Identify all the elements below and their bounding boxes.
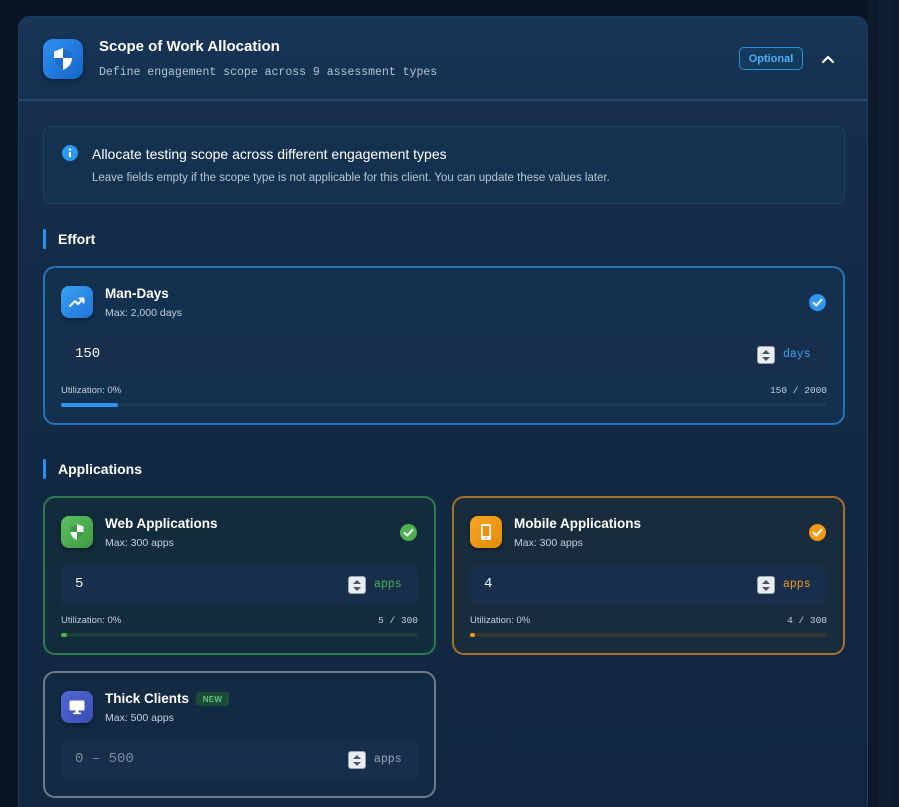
utilization-label: Utilization: 0% (61, 385, 122, 396)
input-value: 5 (75, 576, 84, 592)
unit-label: apps (374, 578, 402, 591)
card-web-applications[interactable]: Web Applications Max: 300 apps 5 apps Ut… (43, 496, 436, 655)
trending-up-icon (61, 286, 93, 318)
new-badge: NEW (196, 692, 229, 706)
card-title: Man-Days (105, 286, 169, 301)
check-circle-icon (809, 294, 826, 311)
utilization-label: Utilization: 0% (470, 615, 531, 626)
chevron-up-icon (821, 55, 835, 64)
utilization-fill (470, 633, 475, 637)
input-value: 4 (484, 576, 493, 592)
card-mobile-applications[interactable]: Mobile Applications Max: 300 apps 4 apps… (452, 496, 845, 655)
card-max: Max: 2,000 days (105, 307, 183, 319)
card-max: Max: 300 apps (105, 537, 174, 549)
panel-header[interactable]: Scope of Work Allocation Define engageme… (19, 17, 867, 101)
utilization-count: 150 / 2000 (769, 385, 827, 396)
input-value: 150 (75, 346, 101, 362)
quantity-stepper[interactable] (757, 576, 775, 594)
info-icon (62, 145, 78, 161)
utilization-fill (61, 633, 68, 637)
card-title: Web Applications (105, 516, 218, 531)
optional-badge: Optional (739, 47, 803, 70)
utilization-bar (470, 633, 827, 637)
man-days-input[interactable]: 150 days (61, 335, 827, 375)
panel-subtitle: Define engagement scope across 9 assessm… (99, 66, 438, 79)
background-right-strip (868, 0, 899, 807)
card-title: Mobile Applications (514, 516, 642, 531)
quantity-stepper[interactable] (348, 751, 366, 769)
smartphone-icon (470, 516, 502, 548)
panel-title: Scope of Work Allocation (99, 38, 280, 55)
quantity-stepper[interactable] (348, 576, 366, 594)
section-title-effort: Effort (43, 229, 95, 249)
input-placeholder: 0 – 500 (75, 751, 134, 767)
monitor-icon (61, 691, 93, 723)
check-circle-icon (809, 524, 826, 541)
scrollbar-track[interactable] (878, 0, 892, 807)
info-title: Allocate testing scope across different … (92, 146, 447, 162)
check-circle-icon (400, 524, 417, 541)
card-title: Thick Clients (105, 691, 190, 706)
shield-check-icon (61, 516, 93, 548)
utilization-fill (61, 403, 119, 407)
web-apps-input[interactable]: 5 apps (61, 565, 418, 605)
section-title-applications: Applications (43, 459, 142, 479)
card-max: Max: 500 apps (105, 712, 174, 724)
shield-icon (43, 39, 83, 79)
card-thick-clients[interactable]: Thick Clients NEW Max: 500 apps 0 – 500 … (43, 671, 436, 798)
mobile-apps-input[interactable]: 4 apps (470, 565, 827, 605)
collapse-button[interactable] (817, 48, 839, 70)
thick-clients-input[interactable]: 0 – 500 apps (61, 740, 418, 780)
info-description: Leave fields empty if the scope type is … (92, 172, 610, 184)
utilization-bar (61, 633, 418, 637)
utilization-count: 4 / 300 (787, 615, 827, 626)
utilization-bar (61, 403, 827, 407)
card-max: Max: 300 apps (514, 537, 583, 549)
scope-panel: Scope of Work Allocation Define engageme… (18, 16, 868, 807)
quantity-stepper[interactable] (757, 346, 775, 364)
card-man-days[interactable]: Man-Days Max: 2,000 days 150 days Utiliz… (43, 266, 845, 425)
info-callout: Allocate testing scope across different … (43, 126, 845, 204)
unit-label: apps (374, 753, 402, 766)
unit-label: apps (783, 578, 811, 591)
utilization-count: 5 / 300 (378, 615, 418, 626)
unit-label: days (783, 348, 811, 361)
utilization-label: Utilization: 0% (61, 615, 122, 626)
